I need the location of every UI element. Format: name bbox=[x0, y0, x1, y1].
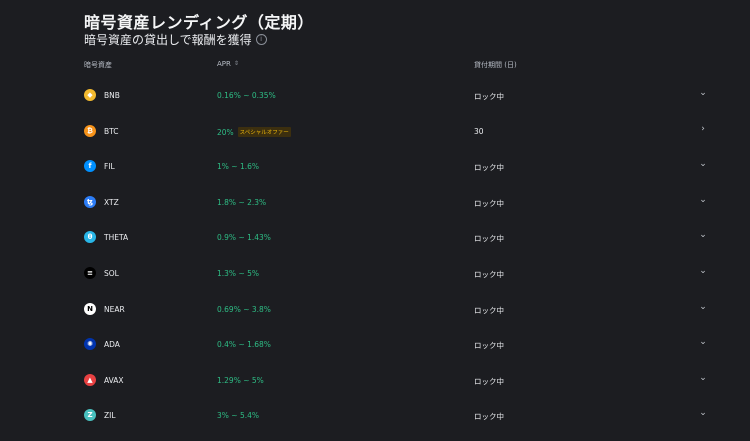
chevron-down-icon[interactable]: ⌄ bbox=[697, 195, 709, 205]
apr-text: 1% ~ 1.6% bbox=[217, 162, 260, 172]
sort-icon[interactable]: ⇕ bbox=[234, 60, 239, 67]
apr-value: 0.69% ~ 3.8% bbox=[217, 305, 271, 314]
fil-coin-icon: f bbox=[84, 160, 96, 173]
apr-value: 1% ~ 1.6% bbox=[217, 162, 259, 171]
column-header-duration: 貸付期間 (日) bbox=[474, 61, 517, 69]
apr-text: 3% ~ 5.4% bbox=[217, 411, 260, 421]
avax-coin-icon: ▲ bbox=[84, 373, 96, 386]
xtz-coin-icon: ꜩ bbox=[84, 195, 96, 208]
duration-value: ロック中 bbox=[474, 163, 504, 173]
theta-coin-icon: θ bbox=[84, 231, 96, 244]
duration-value: ロック中 bbox=[474, 269, 504, 279]
special-offer-badge: スペシャルオファー bbox=[237, 126, 291, 137]
table-row[interactable]: ≡ SOL 1.3% ~ 5% ロック中 ⌄ bbox=[0, 256, 750, 292]
apr-value: 1.8% ~ 2.3% bbox=[217, 198, 266, 207]
apr-text: 0.9% ~ 1.43% bbox=[217, 233, 271, 243]
subtitle-text: 暗号資産の貸出しで報酬を獲得 bbox=[84, 33, 252, 47]
duration-value: ロック中 bbox=[474, 341, 504, 351]
coin-name: NEAR bbox=[104, 304, 125, 314]
table-row[interactable]: N NEAR 0.69% ~ 3.8% ロック中 ⌄ bbox=[0, 292, 750, 328]
near-coin-icon: N bbox=[84, 302, 96, 315]
apr-text: 0.16% ~ 0.35% bbox=[217, 91, 276, 100]
table-row[interactable]: Z ZIL 3% ~ 5.4% ロック中 ⌄ bbox=[0, 398, 750, 434]
apr-value: 1.3% ~ 5% bbox=[217, 269, 259, 278]
coin-name: SOL bbox=[104, 268, 119, 278]
chevron-down-icon[interactable]: ⌄ bbox=[697, 302, 709, 312]
duration-value: ロック中 bbox=[474, 376, 504, 386]
table-row[interactable]: θ THETA 0.9% ~ 1.43% ロック中 ⌄ bbox=[0, 220, 750, 256]
apr-value: 0.16% ~ 0.35% bbox=[217, 91, 276, 100]
chevron-down-icon[interactable]: ⌄ bbox=[697, 230, 709, 240]
coin-name: ADA bbox=[104, 340, 120, 350]
chevron-down-icon[interactable]: ⌄ bbox=[697, 88, 709, 98]
duration-value: ロック中 bbox=[474, 198, 504, 208]
apr-text: 1.3% ~ 5% bbox=[217, 268, 260, 278]
apr-value: 20% スペシャルオファー bbox=[217, 126, 291, 137]
duration-value: ロック中 bbox=[474, 234, 504, 244]
coin-name: BNB bbox=[104, 91, 120, 100]
table-row[interactable]: f FIL 1% ~ 1.6% ロック中 ⌄ bbox=[0, 149, 750, 185]
chevron-down-icon[interactable]: ⌄ bbox=[697, 266, 709, 276]
chevron-right-icon[interactable]: › bbox=[697, 124, 709, 134]
duration-value: ロック中 bbox=[474, 92, 504, 101]
coin-name: ZIL bbox=[104, 411, 116, 421]
coin-name: AVAX bbox=[104, 375, 124, 385]
btc-coin-icon: ₿ bbox=[84, 124, 96, 137]
coin-name: BTC bbox=[104, 126, 119, 136]
page-title: 暗号資産レンディング（定期） bbox=[84, 13, 314, 32]
column-header-asset: 暗号資産 bbox=[84, 61, 112, 69]
ada-coin-icon: ✺ bbox=[84, 338, 96, 351]
table-row[interactable]: ▲ AVAX 1.29% ~ 5% ロック中 ⌄ bbox=[0, 363, 750, 399]
apr-text: 0.69% ~ 3.8% bbox=[217, 304, 271, 314]
duration-value: 30 bbox=[474, 126, 484, 136]
apr-value: 0.9% ~ 1.43% bbox=[217, 233, 271, 242]
apr-text: 0.4% ~ 1.68% bbox=[217, 340, 271, 350]
coin-name: THETA bbox=[104, 233, 129, 243]
sol-coin-icon: ≡ bbox=[84, 266, 96, 279]
duration-value: ロック中 bbox=[474, 305, 504, 315]
lending-page: 暗号資産レンディング（定期） 暗号資産の貸出しで報酬を獲得 i 暗号資産 APR… bbox=[0, 0, 750, 441]
chevron-down-icon[interactable]: ⌄ bbox=[697, 408, 709, 418]
coin-name: XTZ bbox=[104, 197, 119, 207]
apr-text: 1.8% ~ 2.3% bbox=[217, 197, 267, 207]
table-row[interactable]: ꜩ XTZ 1.8% ~ 2.3% ロック中 ⌄ bbox=[0, 185, 750, 221]
zil-coin-icon: Z bbox=[84, 409, 96, 422]
coin-name: FIL bbox=[104, 162, 115, 172]
apr-text: 1.29% ~ 5% bbox=[217, 375, 264, 385]
info-icon[interactable]: i bbox=[255, 34, 267, 45]
chevron-down-icon[interactable]: ⌄ bbox=[697, 337, 709, 347]
chevron-down-icon[interactable]: ⌄ bbox=[697, 373, 709, 383]
page-subtitle: 暗号資産の貸出しで報酬を獲得 i bbox=[84, 31, 267, 48]
duration-value: ロック中 bbox=[474, 412, 504, 422]
table-row[interactable]: ◆ BNB 0.16% ~ 0.35% ロック中 ⌄ bbox=[0, 78, 750, 114]
apr-text: 20% bbox=[217, 127, 234, 137]
column-header-apr-label: APR bbox=[217, 60, 231, 68]
chevron-down-icon[interactable]: ⌄ bbox=[697, 159, 709, 169]
table-row[interactable]: ₿ BTC 20% スペシャルオファー 30 › bbox=[0, 114, 750, 150]
table-header: 暗号資産 APR ⇕ 貸付期間 (日) bbox=[0, 60, 750, 74]
asset-table: ◆ BNB 0.16% ~ 0.35% ロック中 ⌄ ₿ BTC 20% スペシャルオファー 30… bbox=[0, 78, 750, 434]
column-header-apr[interactable]: APR ⇕ bbox=[217, 60, 239, 68]
bnb-coin-icon: ◆ bbox=[84, 89, 96, 101]
apr-value: 1.29% ~ 5% bbox=[217, 376, 264, 385]
table-row[interactable]: ✺ ADA 0.4% ~ 1.68% ロック中 ⌄ bbox=[0, 327, 750, 363]
apr-value: 0.4% ~ 1.68% bbox=[217, 340, 271, 349]
apr-value: 3% ~ 5.4% bbox=[217, 411, 259, 420]
